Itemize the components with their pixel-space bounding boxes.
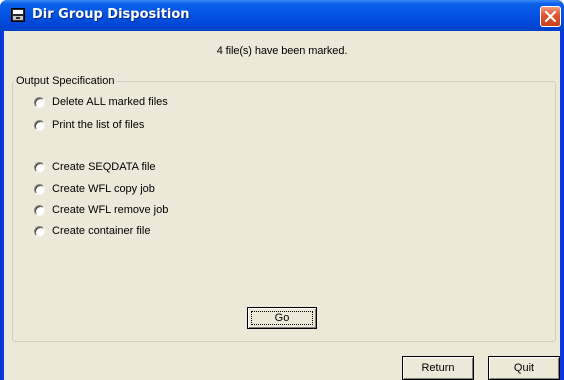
- app-window-icon: [11, 8, 25, 22]
- radio-button-icon[interactable]: [34, 225, 45, 237]
- dialog-window: Dir Group Disposition 4 file(s) have bee…: [0, 0, 564, 380]
- radio-create-container-file[interactable]: Create container file: [34, 223, 150, 239]
- title-bar[interactable]: Dir Group Disposition: [0, 0, 564, 31]
- window-border-right: [560, 31, 564, 380]
- close-button[interactable]: [540, 6, 561, 27]
- radio-label: Print the list of files: [52, 119, 145, 131]
- radio-button-icon[interactable]: [34, 119, 45, 131]
- radio-print-list-of-files[interactable]: Print the list of files: [34, 117, 144, 133]
- window-title: Dir Group Disposition: [32, 7, 190, 22]
- radio-label: Create container file: [52, 225, 151, 237]
- radio-label: Create WFL remove job: [52, 204, 169, 216]
- radio-create-wfl-remove-job[interactable]: Create WFL remove job: [34, 202, 168, 218]
- output-specification-legend: Output Specification: [14, 74, 117, 88]
- return-button[interactable]: Return: [402, 356, 474, 380]
- radio-label: Create WFL copy job: [52, 183, 155, 195]
- marked-files-message: 4 file(s) have been marked.: [216, 45, 348, 57]
- dialog-body: 4 file(s) have been marked. Output Speci…: [4, 31, 560, 380]
- radio-button-icon[interactable]: [34, 161, 45, 173]
- radio-delete-all-marked-files[interactable]: Delete ALL marked files: [34, 94, 168, 110]
- quit-button[interactable]: Quit: [488, 356, 560, 380]
- radio-create-seqdata-file[interactable]: Create SEQDATA file: [34, 159, 156, 175]
- go-button[interactable]: Go: [247, 307, 317, 329]
- radio-label: Delete ALL marked files: [52, 96, 168, 108]
- radio-button-icon[interactable]: [34, 183, 45, 195]
- radio-button-icon[interactable]: [34, 204, 45, 216]
- radio-create-wfl-copy-job[interactable]: Create WFL copy job: [34, 181, 155, 197]
- radio-button-icon[interactable]: [34, 96, 45, 108]
- radio-label: Create SEQDATA file: [52, 161, 156, 173]
- close-icon: [544, 10, 557, 23]
